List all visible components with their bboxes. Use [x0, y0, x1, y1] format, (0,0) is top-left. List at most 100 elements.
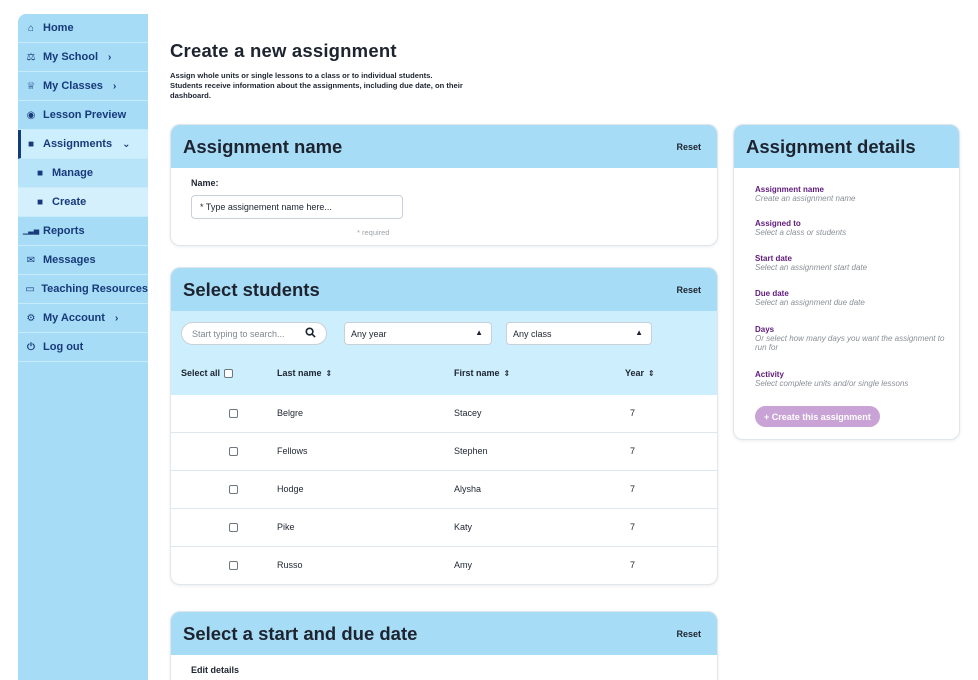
select-all-header: Select all	[181, 368, 234, 378]
book-icon: ■	[27, 138, 35, 150]
column-header-year[interactable]: Year ⇕	[625, 368, 655, 378]
assignment-details-card: Assignment details Assignment name Creat…	[733, 124, 960, 440]
sidebar-item-label: Reports	[43, 225, 85, 237]
card-title: Assignment details	[746, 135, 916, 157]
sort-icon: ⇕	[503, 368, 511, 378]
card-header: Assignment details	[734, 125, 959, 168]
sidebar-item-log-out[interactable]: ⏻ Log out	[18, 333, 148, 362]
card-header: Assignment name Reset	[171, 125, 717, 168]
sidebar-item-my-school[interactable]: ⚖ My School ›	[18, 43, 148, 72]
sidebar-item-my-classes[interactable]: ♕ My Classes ›	[18, 72, 148, 101]
detail-due-date: Due date Select an assignment due date	[755, 289, 950, 307]
create-assignment-button[interactable]: + Create this assignment	[755, 406, 880, 427]
table-row: Russo Amy 7	[171, 547, 717, 584]
last-name-cell: Russo	[277, 560, 303, 570]
sidebar-item-label: Messages	[43, 254, 96, 266]
card-title: Select students	[183, 278, 320, 300]
row-checkbox[interactable]	[229, 409, 238, 418]
row-checkbox[interactable]	[229, 485, 238, 494]
required-hint: * required	[357, 228, 390, 237]
detail-hint: Select an assignment due date	[755, 298, 865, 307]
column-label: Year	[625, 368, 645, 378]
sidebar-item-label: My Classes	[43, 80, 103, 92]
edit-details-label: Edit details	[191, 665, 240, 675]
row-checkbox[interactable]	[229, 447, 238, 456]
sidebar-item-manage[interactable]: ■ Manage	[18, 159, 148, 188]
detail-hint: Select a class or students	[755, 228, 847, 237]
chevron-right-icon: ›	[114, 312, 119, 324]
detail-hint: Or select how many days you want the ass…	[755, 334, 945, 352]
detail-start-date: Start date Select an assignment start da…	[755, 254, 950, 272]
class-select-value: Any class	[513, 328, 552, 339]
column-header-first-name[interactable]: First name ⇕	[454, 368, 510, 378]
column-label: First name	[454, 368, 500, 378]
class-select[interactable]: Any class ▲︎	[506, 322, 652, 345]
reset-button[interactable]: Reset	[676, 285, 701, 295]
card-title: Assignment name	[183, 135, 343, 157]
sidebar-item-label: Lesson Preview	[43, 109, 127, 121]
select-students-card: Select students Reset Start typing to se…	[170, 267, 718, 585]
card-header: Select a start and due date Reset	[171, 612, 717, 655]
sidebar-item-lesson-preview[interactable]: ◉ Lesson Preview	[18, 101, 148, 130]
sidebar-item-create[interactable]: ■ Create	[18, 188, 148, 217]
year-select-value: Any year	[351, 328, 387, 339]
graduation-cap-icon: ♕	[26, 80, 36, 92]
detail-hint: Select complete units and/or single less…	[755, 379, 909, 388]
name-field-label: Name:	[191, 178, 219, 188]
detail-activity: Activity Select complete units and/or si…	[755, 370, 950, 388]
sidebar-item-label: Log out	[43, 341, 84, 353]
sidebar-item-label: My Account	[43, 312, 105, 324]
sidebar-item-my-account[interactable]: ⚙ My Account ›	[18, 304, 148, 333]
last-name-cell: Pike	[277, 522, 295, 532]
sidebar-item-reports[interactable]: ▁▃▅ Reports	[18, 217, 148, 246]
inbox-icon: ✉	[26, 254, 36, 266]
description-line: Students receive information about the a…	[170, 81, 463, 100]
book-icon: ■	[36, 167, 44, 179]
column-header-last-name[interactable]: Last name ⇕	[277, 368, 332, 378]
detail-title: Due date	[755, 289, 789, 298]
assignment-name-card: Assignment name Reset Name: * required	[170, 124, 718, 246]
sidebar-item-home[interactable]: ⌂ Home	[18, 14, 148, 43]
table-header: Select all Last name ⇕ First name ⇕ Year ⇕	[171, 353, 717, 395]
year-select[interactable]: Any year ▲︎	[344, 322, 492, 345]
detail-assignment-name: Assignment name Create an assignment nam…	[755, 185, 950, 203]
power-icon: ⏻	[27, 341, 35, 353]
bar-chart-icon: ▁▃▅	[22, 228, 40, 235]
row-checkbox[interactable]	[229, 561, 238, 570]
sidebar-item-messages[interactable]: ✉ Messages	[18, 246, 148, 275]
first-name-cell: Alysha	[454, 484, 482, 494]
last-name-cell: Belgre	[277, 408, 304, 418]
detail-title: Assigned to	[755, 219, 801, 228]
year-cell: 7	[630, 446, 636, 456]
page-description: Assign whole units or single lessons to …	[170, 71, 500, 101]
detail-title: Assignment name	[755, 185, 824, 194]
gears-icon: ⚙	[26, 312, 36, 324]
table-row: Belgre Stacey 7	[171, 395, 717, 433]
assignment-name-input[interactable]	[191, 195, 403, 219]
select-all-checkbox[interactable]	[224, 368, 234, 378]
table-row: Hodge Alysha 7	[171, 471, 717, 509]
year-cell: 7	[630, 560, 636, 570]
description-line: Assign whole units or single lessons to …	[170, 71, 433, 80]
last-name-cell: Hodge	[277, 484, 304, 494]
select-caret-icon: ▲︎	[475, 328, 483, 337]
row-checkbox[interactable]	[229, 523, 238, 532]
sidebar-item-teaching-resources[interactable]: ▭ Teaching Resources	[18, 275, 148, 304]
sort-icon: ⇕	[325, 368, 333, 378]
card-header: Select students Reset	[171, 268, 717, 311]
sidebar-item-assignments[interactable]: ■ Assignments ⌄	[18, 130, 148, 159]
card-title: Select a start and due date	[183, 622, 418, 644]
last-name-cell: Fellows	[277, 446, 308, 456]
column-label: Last name	[277, 368, 322, 378]
sidebar-item-label: Home	[43, 22, 74, 34]
start-due-date-card: Select a start and due date Reset Edit d…	[170, 611, 718, 680]
page-title: Create a new assignment	[170, 40, 397, 61]
reset-button[interactable]: Reset	[676, 142, 701, 152]
filter-bar: Start typing to search... Any year ▲︎ An…	[171, 311, 717, 353]
student-search-input[interactable]: Start typing to search...	[181, 322, 327, 345]
file-icon: ■	[36, 196, 44, 208]
reset-button[interactable]: Reset	[676, 629, 701, 639]
detail-title: Days	[755, 325, 775, 334]
chevron-right-icon: ›	[112, 80, 117, 92]
select-caret-icon: ▲︎	[635, 328, 643, 337]
